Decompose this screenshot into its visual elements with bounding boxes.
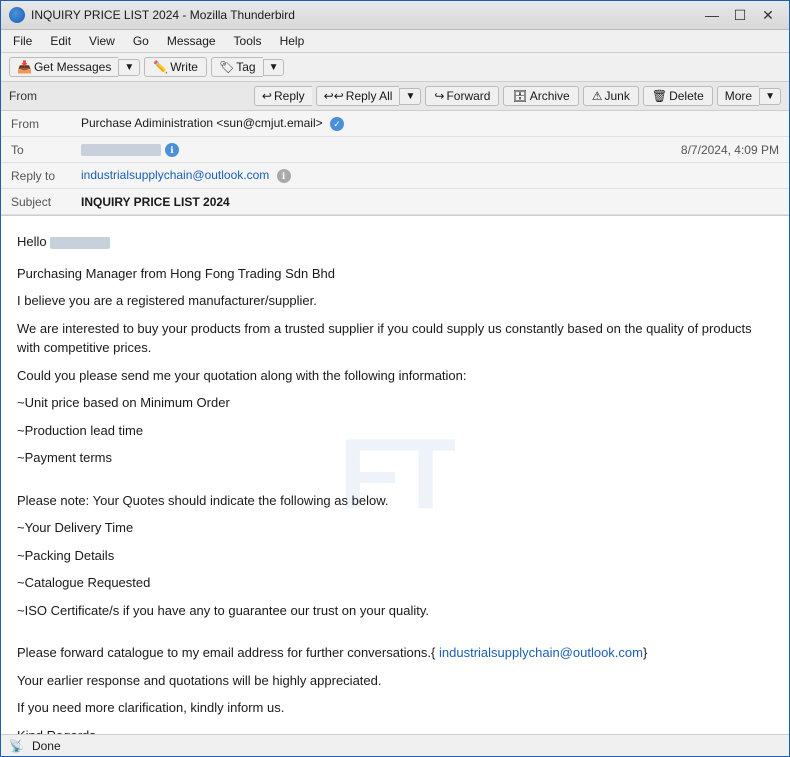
write-button[interactable]: ✏️ Write <box>144 57 207 77</box>
reply-icon: ↩ <box>262 89 272 103</box>
get-messages-group: 📥 Get Messages ▼ <box>9 57 140 77</box>
email-header: From ↩ Reply ↩↩ Reply All ▼ ↪ Forward <box>1 82 789 216</box>
get-messages-button[interactable]: 📥 Get Messages <box>9 57 118 77</box>
reply-to-value: industrialsupplychain@outlook.com ℹ <box>81 168 779 183</box>
reply-all-group: ↩↩ Reply All ▼ <box>316 86 422 106</box>
write-icon: ✏️ <box>153 60 168 74</box>
title-bar: INQUIRY PRICE LIST 2024 - Mozilla Thunde… <box>1 1 789 30</box>
more-group: More ▼ <box>717 86 781 106</box>
reply-to-row: Reply to industrialsupplychain@outlook.c… <box>1 163 789 189</box>
title-bar-left: INQUIRY PRICE LIST 2024 - Mozilla Thunde… <box>9 7 295 23</box>
delete-icon: 🗑 <box>652 89 667 103</box>
email-paragraph-13: Please forward catalogue to my email add… <box>17 643 773 663</box>
menu-help[interactable]: Help <box>272 32 313 50</box>
to-verified-icon: ℹ <box>165 143 179 157</box>
to-row: To ℹ 8/7/2024, 4:09 PM <box>1 137 789 163</box>
email-paragraph-16: Kind Regards <box>17 726 773 735</box>
window-title: INQUIRY PRICE LIST 2024 - Mozilla Thunde… <box>31 8 295 22</box>
email-paragraph-4: Could you please send me your quotation … <box>17 366 773 386</box>
archive-button[interactable]: 🗄 Archive <box>503 86 578 106</box>
tag-icon: 🏷 <box>219 60 234 74</box>
from-label: From <box>9 89 44 103</box>
reply-group: ↩ Reply <box>254 86 312 106</box>
menu-tools[interactable]: Tools <box>226 32 270 50</box>
maximize-button[interactable]: ☐ <box>727 5 753 25</box>
menu-bar: File Edit View Go Message Tools Help <box>1 30 789 53</box>
action-toolbar: From ↩ Reply ↩↩ Reply All ▼ ↪ Forward <box>1 82 789 111</box>
email-paragraph-12: ~ISO Certificate/s if you have any to gu… <box>17 601 773 621</box>
recipient-name-blurred <box>50 237 110 249</box>
subject-row: Subject INQUIRY PRICE LIST 2024 <box>1 189 789 215</box>
to-field-label: To <box>11 143 81 157</box>
email-paragraph-10: ~Packing Details <box>17 546 773 566</box>
more-dropdown[interactable]: ▼ <box>759 88 781 105</box>
thunderbird-icon <box>9 7 25 23</box>
email-date: 8/7/2024, 4:09 PM <box>681 143 779 157</box>
minimize-button[interactable]: — <box>699 5 725 25</box>
verified-icon: ✓ <box>330 117 344 131</box>
reply-to-email-link[interactable]: industrialsupplychain@outlook.com <box>81 168 269 182</box>
email-paragraph-7: ~Payment terms <box>17 448 773 468</box>
body-email-link[interactable]: industrialsupplychain@outlook.com <box>439 645 643 660</box>
email-paragraph-14: Your earlier response and quotations wil… <box>17 671 773 691</box>
status-text: Done <box>32 739 61 753</box>
menu-go[interactable]: Go <box>125 32 157 50</box>
main-window: INQUIRY PRICE LIST 2024 - Mozilla Thunde… <box>0 0 790 757</box>
reply-to-field-label: Reply to <box>11 169 81 183</box>
from-row: From Purchase Adiministration <sun@cmjut… <box>1 111 789 137</box>
email-paragraph-8: Please note: Your Quotes should indicate… <box>17 491 773 511</box>
reply-all-dropdown[interactable]: ▼ <box>399 88 421 105</box>
email-paragraph-6: ~Production lead time <box>17 421 773 441</box>
from-value: Purchase Adiministration <sun@cmjut.emai… <box>81 116 779 131</box>
from-field-label: From <box>11 117 81 131</box>
email-paragraph-15: If you need more clarification, kindly i… <box>17 698 773 718</box>
status-bar: 📡 Done <box>1 734 789 756</box>
sender-name: Purchase Adiministration <sun@cmjut.emai… <box>81 116 323 130</box>
reply-to-info-icon: ℹ <box>277 169 291 183</box>
email-greeting: Hello <box>17 232 773 252</box>
delete-button[interactable]: 🗑 Delete <box>643 86 713 106</box>
email-paragraph-1: Purchasing Manager from Hong Fong Tradin… <box>17 264 773 284</box>
main-toolbar: 📥 Get Messages ▼ ✏️ Write 🏷 Tag ▼ <box>1 53 789 82</box>
email-paragraph-3: We are interested to buy your products f… <box>17 319 773 358</box>
email-body: FT Hello Purchasing Manager from Hong Fo… <box>1 216 789 734</box>
tag-group: 🏷 Tag ▼ <box>211 57 285 77</box>
get-messages-label: Get Messages <box>34 60 111 74</box>
email-paragraph-5: ~Unit price based on Minimum Order <box>17 393 773 413</box>
reply-all-icon: ↩↩ <box>324 89 344 103</box>
reply-all-button[interactable]: ↩↩ Reply All <box>316 86 400 106</box>
forward-button[interactable]: ↪ Forward <box>425 86 499 106</box>
close-button[interactable]: ✕ <box>755 5 781 25</box>
tag-dropdown[interactable]: ▼ <box>263 59 285 76</box>
email-paragraph-9: ~Your Delivery Time <box>17 518 773 538</box>
email-paragraph-2: I believe you are a registered manufactu… <box>17 291 773 311</box>
reply-button[interactable]: ↩ Reply <box>254 86 312 106</box>
subject-field-label: Subject <box>11 195 81 209</box>
menu-file[interactable]: File <box>5 32 40 50</box>
status-icon: 📡 <box>9 739 24 753</box>
email-paragraph-11: ~Catalogue Requested <box>17 573 773 593</box>
subject-value: INQUIRY PRICE LIST 2024 <box>81 195 779 209</box>
junk-icon: ⚠ <box>592 89 603 103</box>
menu-view[interactable]: View <box>81 32 123 50</box>
menu-message[interactable]: Message <box>159 32 224 50</box>
get-messages-icon: 📥 <box>17 60 32 74</box>
junk-button[interactable]: ⚠ Junk <box>583 86 639 106</box>
window-controls: — ☐ ✕ <box>699 5 781 25</box>
to-value-blurred <box>81 144 161 156</box>
more-button[interactable]: More <box>717 86 759 106</box>
get-messages-dropdown[interactable]: ▼ <box>118 59 140 76</box>
tag-button[interactable]: 🏷 Tag <box>211 57 263 77</box>
forward-icon: ↪ <box>434 89 444 103</box>
archive-icon: 🗄 <box>512 89 527 103</box>
menu-edit[interactable]: Edit <box>42 32 79 50</box>
